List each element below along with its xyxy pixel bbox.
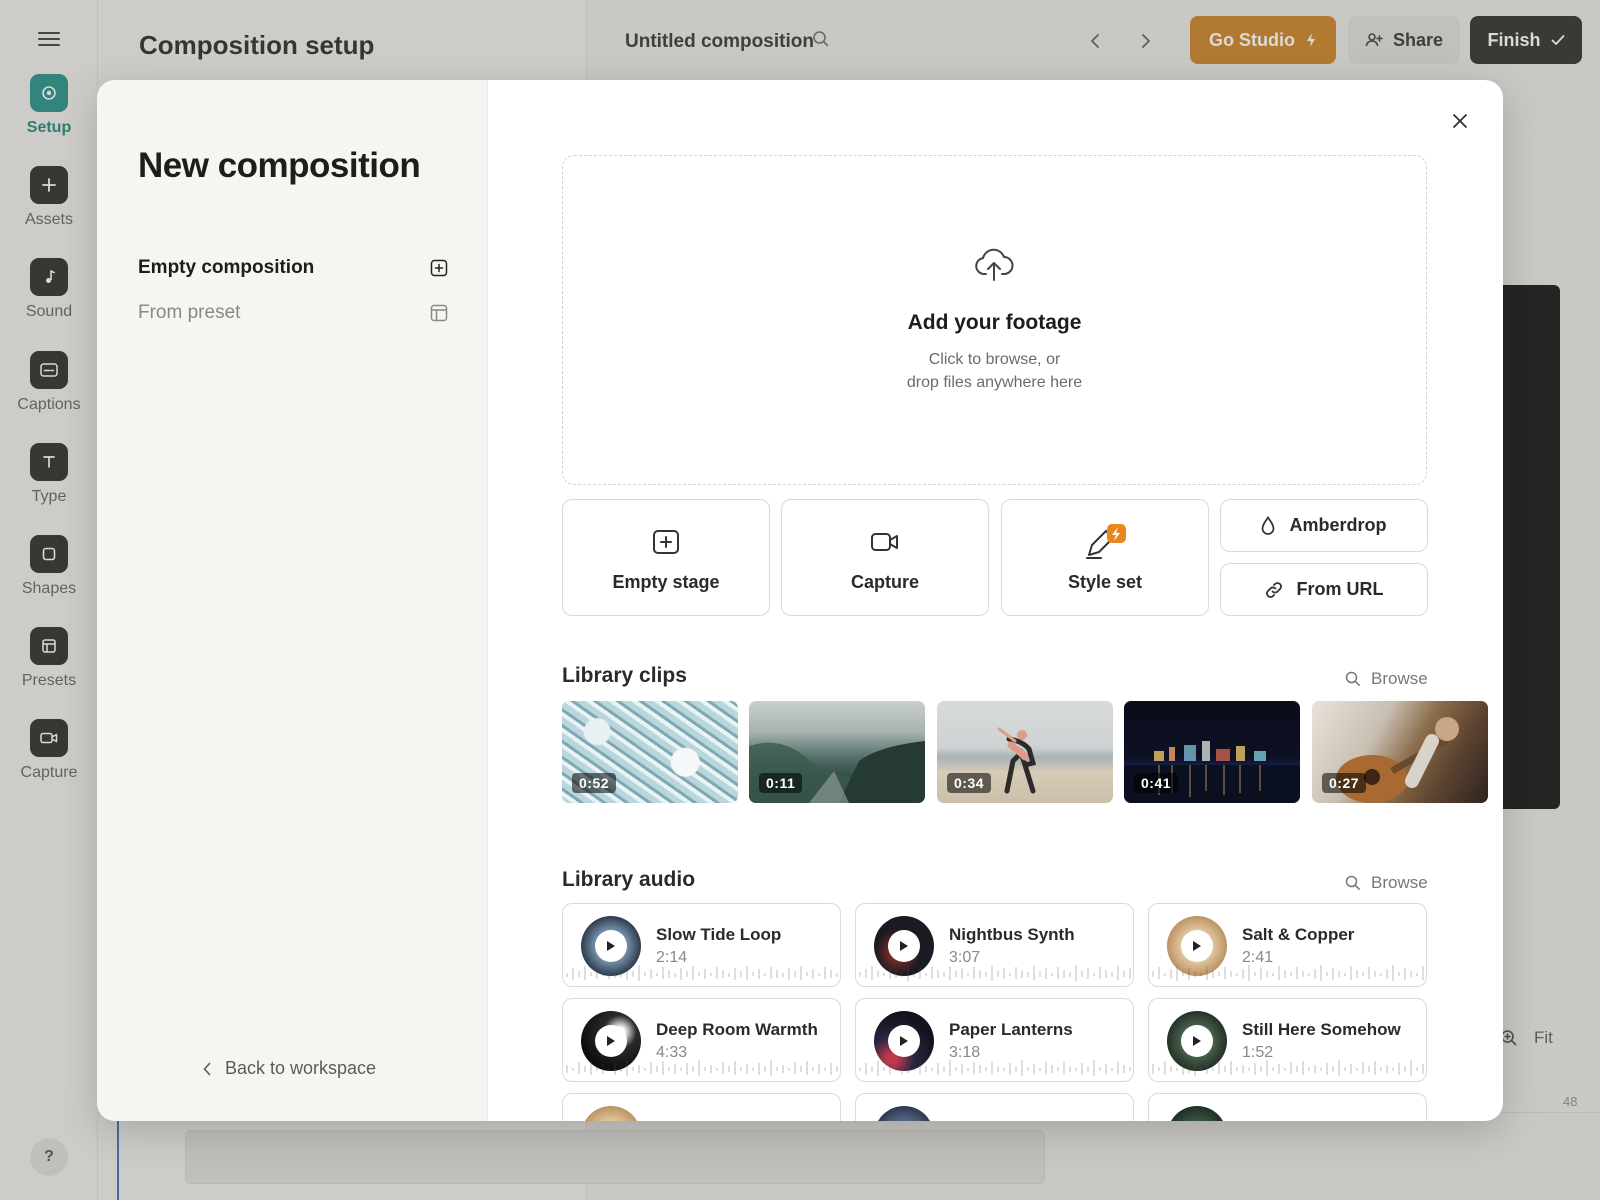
browse-audio-link[interactable]: Browse <box>1345 873 1428 893</box>
clip-duration: 0:27 <box>1322 773 1367 793</box>
clip-thumbnail[interactable]: 0:52 <box>562 701 738 803</box>
dropzone-hint-line2: drop files anywhere here <box>906 374 1083 391</box>
dialog-sidebar: New composition Empty composition From p… <box>97 80 488 1121</box>
tile-capture[interactable]: Capture <box>781 499 989 616</box>
play-icon <box>607 941 615 951</box>
tile-label: Empty stage <box>612 572 720 592</box>
clip-duration: 0:11 <box>759 773 803 793</box>
from-url-button[interactable]: From URL <box>1220 563 1428 616</box>
pen-bolt-icon <box>1083 524 1127 559</box>
play-button[interactable] <box>595 930 627 962</box>
dropzone-title: Add your footage <box>907 311 1082 334</box>
waveform <box>859 965 1131 981</box>
amberdrop-button[interactable]: Amberdrop <box>1220 499 1428 552</box>
back-label: Back to workspace <box>225 1058 377 1078</box>
layout-icon <box>430 304 448 322</box>
dialog-title: New composition <box>138 146 421 185</box>
dropzone-hint-line1: Click to browse, or <box>928 351 1061 368</box>
play-button[interactable] <box>595 1025 627 1057</box>
search-icon <box>1345 671 1360 686</box>
back-to-workspace-link[interactable]: Back to workspace <box>203 1058 376 1079</box>
track-name: Slow Tide Loop <box>656 925 782 944</box>
tile-label: Style set <box>1067 572 1143 592</box>
track-name: Salt & Copper <box>1242 925 1355 944</box>
waveform <box>566 965 838 981</box>
audio-track[interactable]: Paper Lanterns 3:18 <box>855 998 1134 1082</box>
tile-label: Capture <box>850 572 919 592</box>
video-camera-icon <box>870 526 900 558</box>
play-icon <box>900 941 908 951</box>
play-icon <box>900 1036 908 1046</box>
plus-square-icon <box>652 526 680 558</box>
waveform <box>859 1060 1131 1076</box>
pill-label: Amberdrop <box>1289 515 1387 535</box>
search-icon <box>1345 875 1360 890</box>
clip-thumbnail[interactable]: 0:41 <box>1124 701 1300 803</box>
play-icon <box>1193 941 1201 951</box>
audio-track[interactable] <box>855 1093 1134 1121</box>
tile-empty-stage[interactable]: Empty stage <box>562 499 770 616</box>
clip-thumbnail[interactable]: 0:11 <box>749 701 925 803</box>
waveform <box>566 1060 838 1076</box>
close-icon[interactable] <box>1447 108 1473 134</box>
cloud-upload-icon <box>975 248 1014 281</box>
album-art <box>874 1106 934 1121</box>
option-label: From preset <box>138 302 241 323</box>
play-button[interactable] <box>1181 930 1213 962</box>
clip-thumbnail[interactable]: 0:27 <box>1312 701 1488 803</box>
option-label: Empty composition <box>138 257 315 278</box>
library-audio-heading: Library audio <box>562 868 696 891</box>
dropzone-hint: Click to browse, or drop files anywhere … <box>563 348 1426 394</box>
audio-track[interactable]: Slow Tide Loop 2:14 <box>562 903 841 987</box>
audio-track[interactable] <box>1148 1093 1427 1121</box>
play-icon <box>1193 1036 1201 1046</box>
link-icon <box>1265 581 1282 598</box>
clip-duration: 0:34 <box>947 773 992 793</box>
album-art <box>1167 1106 1227 1121</box>
play-button[interactable] <box>888 1025 920 1057</box>
clip-duration: 0:41 <box>1134 773 1179 793</box>
play-button[interactable] <box>1181 1025 1213 1057</box>
album-art <box>581 1106 641 1121</box>
audio-track[interactable]: Salt & Copper 2:41 <box>1148 903 1427 987</box>
audio-track[interactable]: Still Here Somehow 1:52 <box>1148 998 1427 1082</box>
track-name: Still Here Somehow <box>1242 1020 1401 1039</box>
option-from-preset[interactable]: From preset <box>138 302 448 324</box>
option-empty-composition[interactable]: Empty composition <box>138 257 448 279</box>
upload-dropzone[interactable]: Add your footage Click to browse, or dro… <box>562 155 1427 485</box>
library-clips-heading: Library clips <box>562 664 687 687</box>
track-name: Deep Room Warmth <box>656 1020 818 1039</box>
audio-track[interactable] <box>562 1093 841 1121</box>
track-name: Paper Lanterns <box>949 1020 1073 1039</box>
track-name: Nightbus Synth <box>949 925 1075 944</box>
chevron-left-icon <box>203 1062 211 1075</box>
new-composition-dialog: New composition Empty composition From p… <box>97 80 1503 1121</box>
play-icon <box>607 1036 615 1046</box>
pill-label: From URL <box>1296 579 1384 599</box>
clip-duration: 0:52 <box>572 773 617 793</box>
play-button[interactable] <box>888 930 920 962</box>
clip-thumbnail[interactable]: 0:34 <box>937 701 1113 803</box>
tile-style-set[interactable]: Style set <box>1001 499 1209 616</box>
waveform <box>1152 1060 1424 1076</box>
waveform <box>1152 965 1424 981</box>
audio-track[interactable]: Nightbus Synth 3:07 <box>855 903 1134 987</box>
browse-clips-link[interactable]: Browse <box>1345 669 1428 689</box>
plus-square-icon <box>430 259 448 277</box>
audio-track[interactable]: Deep Room Warmth 4:33 <box>562 998 841 1082</box>
browse-label: Browse <box>1371 669 1428 688</box>
browse-label: Browse <box>1371 873 1428 892</box>
drop-icon <box>1262 515 1275 535</box>
